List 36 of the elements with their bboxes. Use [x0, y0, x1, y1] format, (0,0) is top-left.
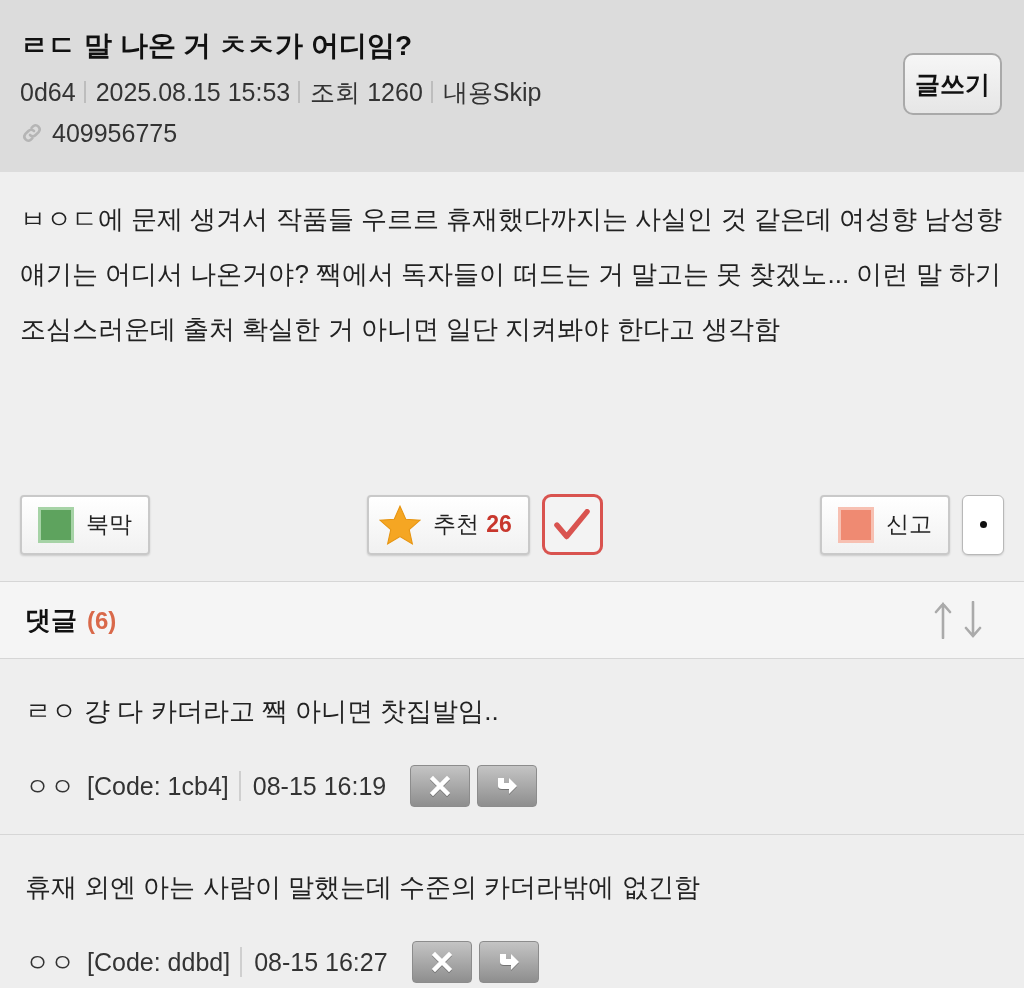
- sort-down-icon[interactable]: [964, 601, 982, 639]
- square-icon: [38, 506, 74, 543]
- more-button[interactable]: [962, 494, 1004, 555]
- post-body-text: ㅂㅇㄷ에 문제 생겨서 작품들 우르르 휴재했다까지는 사실인 것 같은데 여성향 남성향 얘기는 어디서 나온거야? 짹에서 독자들이 떠드는 거 말고는 못 찾겠노... 이런 말 하기 조심스러운데 출처 확실한 거 아니면 일단 지켜봐야 한다고 생각함: [20, 203, 1004, 346]
- post-meta: 조회 1260: [298, 81, 423, 103]
- reply-button[interactable]: [478, 941, 539, 983]
- comment-text: ㄹㅇ 걍 다 카더라고 짹 아니면 찻집발임..: [25, 695, 500, 728]
- bookmark-button[interactable]: 북막: [20, 494, 150, 555]
- comment-time: 08-15 16:27: [254, 947, 388, 977]
- dot-icon: [979, 521, 987, 528]
- comments-title: 댓글: [25, 603, 77, 637]
- post-number: 409956775: [52, 118, 178, 148]
- star-icon: [379, 504, 422, 545]
- recommend-button[interactable]: 추천 26: [367, 494, 530, 555]
- report-button[interactable]: 신고: [820, 494, 950, 555]
- x-icon: [428, 774, 453, 798]
- x-icon: [429, 950, 454, 974]
- comment-count: (6): [87, 606, 117, 635]
- comment-text: 휴재 외엔 아는 사람이 말했는데 수준의 카더라밖에 없긴함: [25, 871, 701, 904]
- delete-button[interactable]: [410, 765, 471, 807]
- comment-author: ㅇㅇ: [25, 946, 75, 978]
- comment-author: ㅇㅇ: [25, 770, 75, 802]
- post-meta: 2025.08.15 15:53: [83, 81, 291, 103]
- reply-button[interactable]: [477, 765, 538, 807]
- post-title: ㄹㄷ 말 나온 거 ㅊㅊ가 어디임?: [20, 29, 413, 63]
- comment-time: 08-15 16:19: [252, 771, 387, 801]
- delete-button[interactable]: [411, 941, 472, 983]
- comment-code: [Code: 1cb4]: [87, 771, 241, 801]
- write-button[interactable]: 글쓰기: [903, 53, 1002, 115]
- comment-code: [Code: ddbd]: [87, 947, 243, 977]
- sort-up-icon[interactable]: [934, 601, 952, 639]
- link-icon: [20, 121, 44, 145]
- check-icon: [554, 508, 591, 541]
- post-meta: 0d64: [20, 81, 76, 103]
- square-icon: [838, 506, 874, 543]
- check-button[interactable]: [541, 494, 603, 555]
